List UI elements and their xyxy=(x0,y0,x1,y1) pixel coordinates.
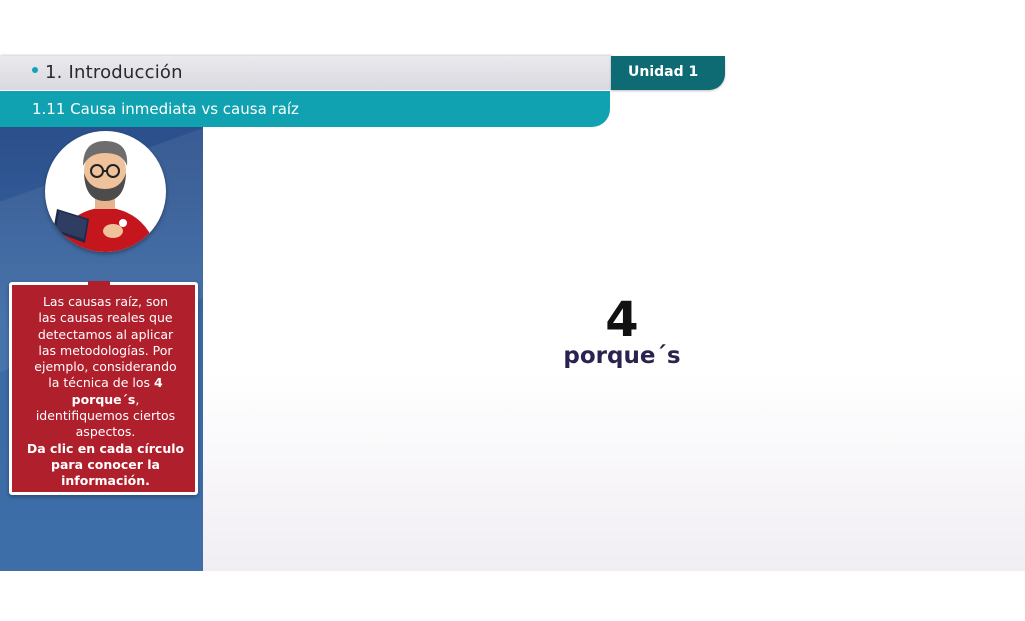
main-label: porque´s xyxy=(563,343,681,369)
speech-bubble-joint xyxy=(88,281,110,288)
unit-tab[interactable]: Unidad 1 xyxy=(611,56,725,90)
unit-label: Unidad 1 xyxy=(628,64,699,80)
teacher-avatar-icon xyxy=(45,131,166,252)
instruction-text: Las causas raíz, son las causas reales q… xyxy=(26,294,185,489)
bullet-icon xyxy=(32,67,38,73)
main-number: 4 xyxy=(605,292,639,348)
topic-title: 1.11 Causa inmediata vs causa raíz xyxy=(32,100,299,118)
section-title: 1. Introducción xyxy=(45,62,183,83)
topic-header: 1.11 Causa inmediata vs causa raíz xyxy=(0,91,610,127)
section-header: 1. Introducción xyxy=(0,56,612,90)
